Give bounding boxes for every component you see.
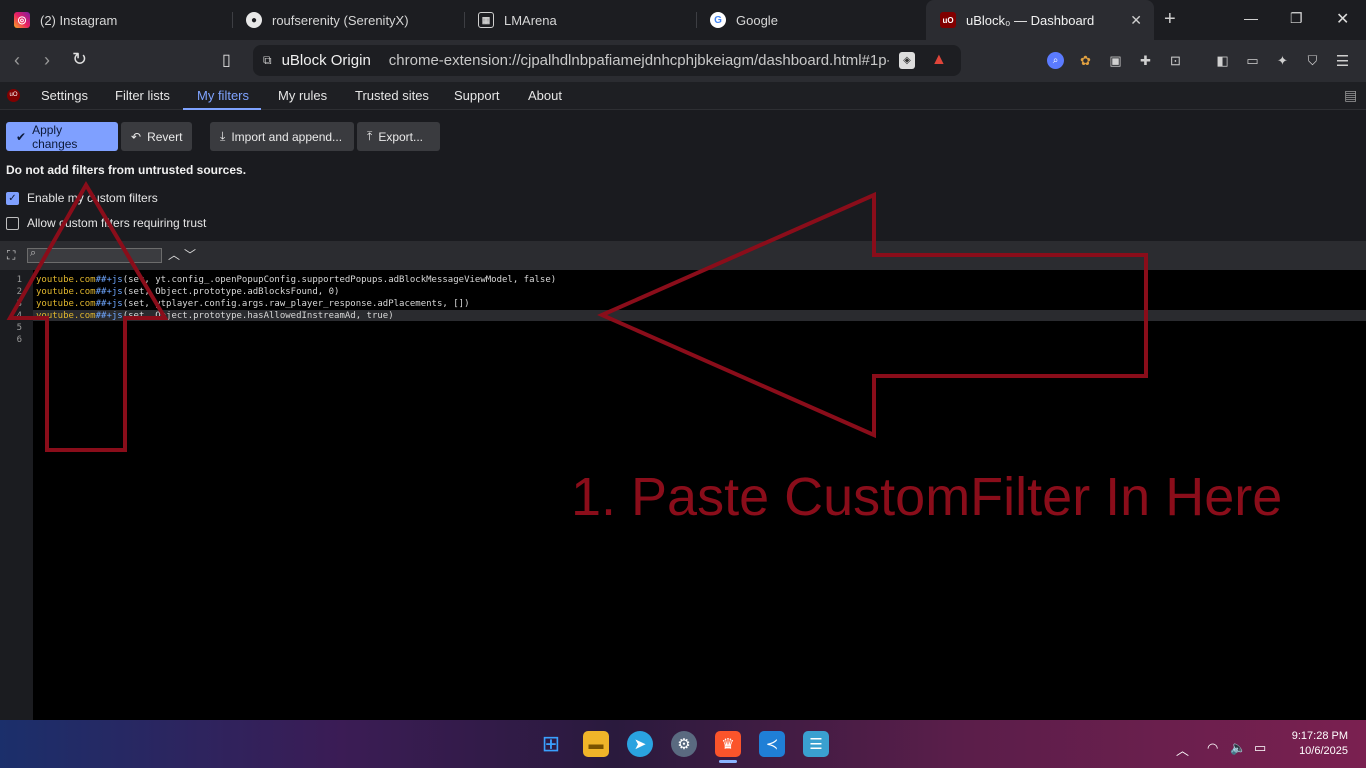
show-hidden-icons-icon[interactable]: ︿ bbox=[1176, 740, 1189, 759]
clock-date: 10/6/2025 bbox=[1299, 745, 1348, 757]
annotation-arrows bbox=[6, 181, 1148, 452]
windows-start-icon[interactable]: ⊞ bbox=[538, 731, 564, 757]
file-explorer-icon[interactable]: ▬ bbox=[583, 731, 609, 757]
up-arrow-annotation bbox=[6, 181, 169, 452]
system-clock[interactable]: 9:17:28 PM 10/6/2025 bbox=[1284, 729, 1348, 759]
telegram-icon[interactable]: ➤ bbox=[627, 731, 653, 757]
battery-icon[interactable]: ▭ bbox=[1254, 740, 1266, 756]
vscode-icon[interactable]: ≺ bbox=[759, 731, 785, 757]
brave-browser-icon[interactable]: ♛ bbox=[715, 731, 741, 757]
volume-icon[interactable]: 🔈 bbox=[1230, 740, 1246, 756]
annotation-text: 1. Paste CustomFilter In Here bbox=[571, 467, 1283, 527]
active-app-indicator bbox=[719, 760, 737, 763]
settings-gear-icon[interactable]: ⚙ bbox=[671, 731, 697, 757]
notepad-icon[interactable]: ☰ bbox=[803, 731, 829, 757]
wifi-icon[interactable]: ◠ bbox=[1207, 740, 1218, 756]
clock-time: 9:17:28 PM bbox=[1291, 730, 1348, 742]
left-arrow-annotation bbox=[597, 191, 1148, 439]
